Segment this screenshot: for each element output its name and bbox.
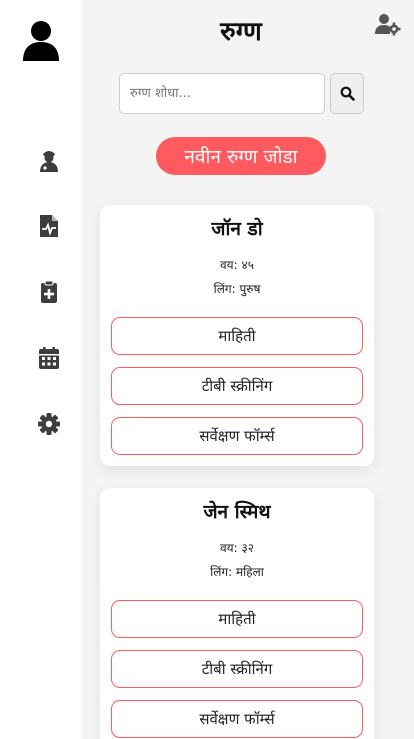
search-input[interactable]	[119, 73, 325, 114]
gear-icon[interactable]	[36, 411, 62, 437]
calendar-icon[interactable]	[36, 345, 62, 371]
sidebar	[0, 0, 82, 739]
patient-gender: लिंग: महिला	[210, 565, 264, 579]
search-button[interactable]	[330, 73, 364, 114]
info-button[interactable]: माहिती	[111, 600, 363, 638]
patient-card: जॉन डो वय: ४५ लिंग: पुरुष माहिती टीबी स्…	[100, 205, 374, 466]
doctor-icon[interactable]	[36, 147, 62, 173]
clipboard-plus-icon[interactable]	[36, 279, 62, 305]
user-cog-icon[interactable]	[375, 13, 401, 37]
patient-card: जेन स्मिथ वय: ३२ लिंग: महिला माहिती टीबी…	[100, 488, 374, 739]
patient-age: वय: ३२	[220, 541, 254, 555]
tb-screening-button[interactable]: टीबी स्क्रीनिंग	[111, 650, 363, 688]
medical-file-icon[interactable]	[36, 213, 62, 239]
patient-name: जेन स्मिथ	[203, 501, 271, 523]
patient-gender: लिंग: पुरुष	[213, 282, 261, 296]
user-avatar-icon[interactable]	[22, 19, 60, 61]
search-bar	[119, 73, 364, 114]
add-patient-button[interactable]: नवीन रुग्ण जोडा	[156, 137, 326, 175]
main-content: रुग्ण नवीन रुग्ण जोडा जॉन डो वय:	[82, 0, 414, 739]
info-button[interactable]: माहिती	[111, 317, 363, 355]
survey-forms-button[interactable]: सर्वेक्षण फॉर्म्स	[111, 417, 363, 455]
search-icon	[340, 86, 355, 101]
patient-age: वय: ४५	[220, 258, 254, 272]
tb-screening-button[interactable]: टीबी स्क्रीनिंग	[111, 367, 363, 405]
patient-name: जॉन डो	[211, 218, 263, 240]
page-title: रुग्ण	[220, 17, 262, 47]
survey-forms-button[interactable]: सर्वेक्षण फॉर्म्स	[111, 700, 363, 738]
